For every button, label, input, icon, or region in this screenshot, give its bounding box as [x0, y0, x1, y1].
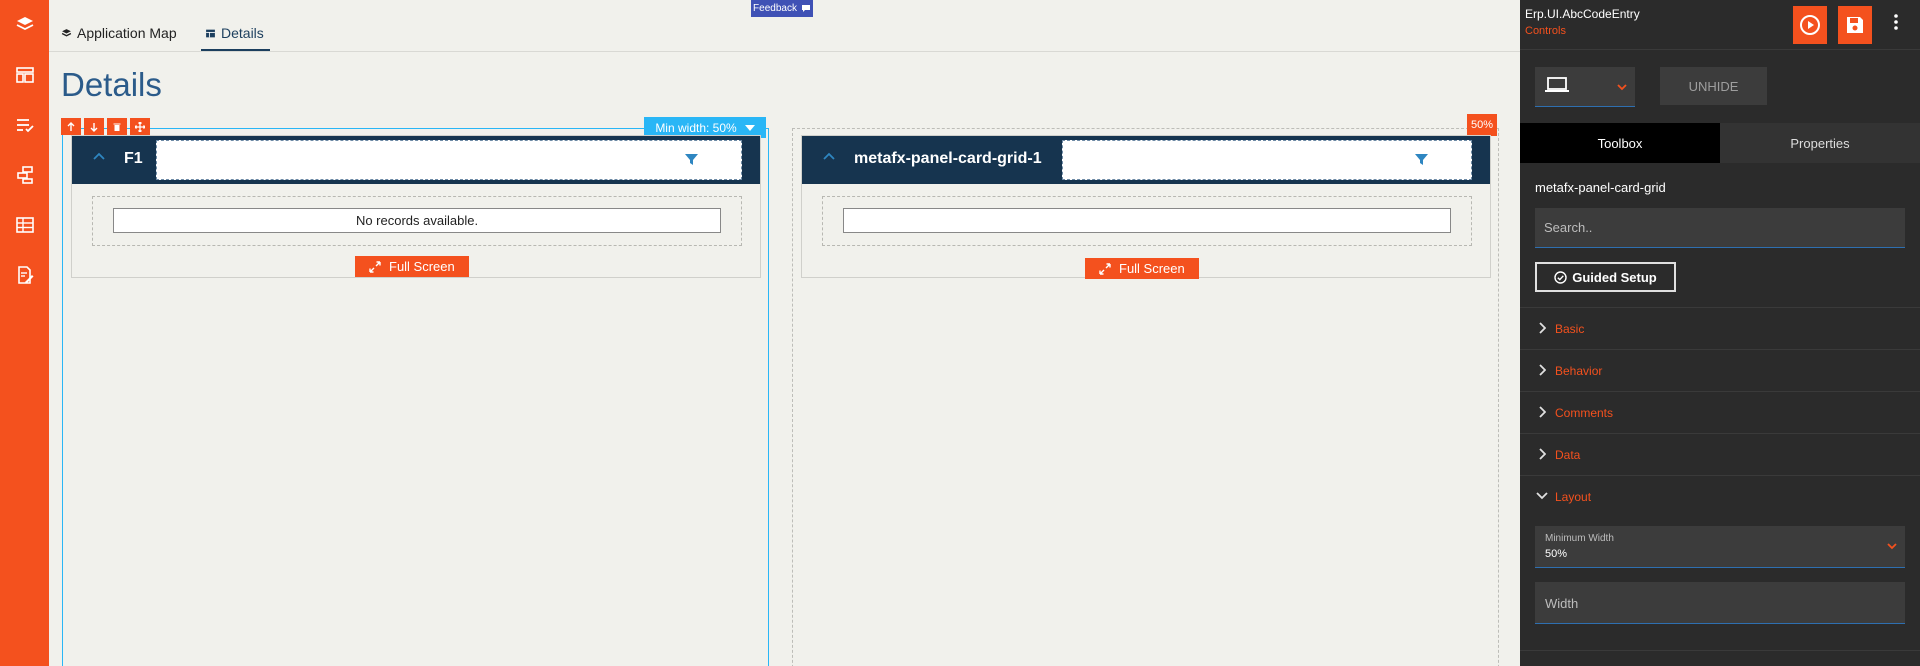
panel-card-f1: F1 No records available. Full Screen — [71, 135, 761, 278]
more-vertical-icon[interactable] — [1894, 14, 1898, 30]
minimum-width-select[interactable]: Minimum Width 50% — [1535, 526, 1905, 568]
card-title: F1 — [124, 150, 143, 167]
tab-toolbox[interactable]: Toolbox — [1520, 123, 1720, 163]
card-header: F1 — [72, 136, 760, 184]
checklist-icon[interactable] — [0, 105, 49, 145]
tab-properties[interactable]: Properties — [1720, 123, 1920, 163]
field-value: 50% — [1545, 548, 1568, 560]
more-vertical-icon[interactable] — [1446, 153, 1450, 167]
chevron-right-icon — [1538, 322, 1546, 334]
section-behavior[interactable]: Behavior — [1520, 349, 1920, 391]
tab-label: Application Map — [77, 25, 177, 41]
move-down-icon[interactable] — [84, 118, 104, 135]
expand-icon — [1099, 262, 1111, 275]
section-layout[interactable]: Layout — [1520, 475, 1920, 517]
move-up-icon[interactable] — [61, 118, 81, 135]
component-name: metafx-panel-card-grid — [1535, 180, 1666, 195]
chevron-right-icon — [1538, 364, 1546, 376]
panel-subtitle: Controls — [1525, 25, 1566, 37]
full-screen-button[interactable]: Full Screen — [1085, 258, 1199, 279]
delete-icon[interactable] — [107, 118, 127, 135]
dashboard-icon[interactable] — [0, 55, 49, 95]
section-basic[interactable]: Basic — [1520, 307, 1920, 349]
save-icon — [1845, 15, 1865, 35]
section-label: Comments — [1555, 406, 1614, 420]
chevron-down-icon — [1536, 492, 1548, 500]
document-edit-icon[interactable] — [0, 255, 49, 295]
card-search-outline — [1062, 140, 1472, 180]
more-vertical-icon[interactable] — [716, 153, 720, 167]
designer-panel: Erp.UI.AbcCodeEntry Controls UNHIDE Tool… — [1520, 0, 1920, 666]
page-title: Details — [61, 66, 162, 103]
divider — [1520, 650, 1920, 651]
section-data[interactable]: Data — [1520, 433, 1920, 475]
full-screen-button[interactable]: Full Screen — [355, 256, 469, 277]
width-percent-badge: 50% — [1467, 114, 1497, 136]
field-placeholder: Width — [1545, 596, 1579, 611]
check-circle-icon — [1554, 270, 1567, 284]
feedback-button[interactable]: Feedback — [751, 0, 813, 17]
empty-grid-message — [843, 208, 1451, 233]
search-input[interactable] — [1535, 208, 1905, 248]
tab-application-map[interactable]: Application Map — [61, 25, 177, 51]
panel-header: Erp.UI.AbcCodeEntry Controls — [1520, 0, 1920, 50]
play-circle-icon — [1799, 14, 1821, 36]
section-comments[interactable]: Comments — [1520, 391, 1920, 433]
table-icon[interactable] — [0, 205, 49, 245]
feedback-label: Feedback — [753, 3, 797, 14]
panel-card-grid-1: metafx-panel-card-grid-1 Full Screen — [801, 135, 1491, 279]
card-grid-area: No records available. — [92, 196, 742, 246]
chevron-right-icon — [1538, 448, 1546, 460]
min-width-label: Min width: 50% — [655, 120, 737, 135]
card-search-input[interactable] — [1071, 142, 1396, 178]
workflow-icon[interactable] — [0, 155, 49, 195]
chevron-down-icon — [1617, 84, 1627, 91]
full-screen-label: Full Screen — [1119, 261, 1185, 276]
card-search-outline — [156, 140, 742, 180]
tab-label: Details — [221, 25, 264, 41]
filter-icon[interactable] — [685, 153, 698, 166]
expand-icon — [369, 260, 381, 273]
layers-icon — [61, 25, 72, 39]
chevron-down-icon — [1887, 543, 1897, 550]
layers-icon[interactable] — [0, 5, 49, 45]
drag-move-icon[interactable] — [130, 118, 150, 135]
collapse-icon[interactable] — [822, 150, 836, 164]
chevron-right-icon — [1538, 406, 1546, 418]
field-label: Minimum Width — [1545, 533, 1614, 544]
empty-grid-message: No records available. — [113, 208, 721, 233]
table-icon — [205, 25, 216, 39]
card-search-input[interactable] — [165, 142, 667, 178]
run-button[interactable] — [1793, 6, 1827, 44]
save-button[interactable] — [1838, 6, 1872, 44]
card-header: metafx-panel-card-grid-1 — [802, 136, 1490, 184]
app-name: Erp.UI.AbcCodeEntry — [1525, 7, 1640, 21]
section-label: Behavior — [1555, 364, 1603, 378]
section-label: Layout — [1555, 490, 1592, 504]
collapse-icon[interactable] — [92, 150, 106, 164]
full-screen-label: Full Screen — [389, 259, 455, 274]
width-field[interactable]: Width — [1535, 582, 1905, 624]
guided-setup-button[interactable]: Guided Setup — [1535, 262, 1676, 292]
selection-toolbar — [61, 118, 150, 135]
comment-icon — [801, 4, 811, 13]
device-select[interactable] — [1535, 67, 1635, 107]
tab-details[interactable]: Details — [201, 25, 270, 51]
section-label: Data — [1555, 448, 1581, 462]
card-title: metafx-panel-card-grid-1 — [854, 150, 1042, 167]
caret-down-icon — [744, 124, 755, 131]
laptop-icon — [1545, 76, 1569, 94]
unhide-button[interactable]: UNHIDE — [1660, 67, 1767, 105]
guided-setup-label: Guided Setup — [1572, 269, 1657, 285]
left-rail — [0, 0, 49, 666]
filter-icon[interactable] — [1415, 153, 1428, 166]
section-label: Basic — [1555, 322, 1585, 336]
card-grid-area — [822, 196, 1472, 246]
